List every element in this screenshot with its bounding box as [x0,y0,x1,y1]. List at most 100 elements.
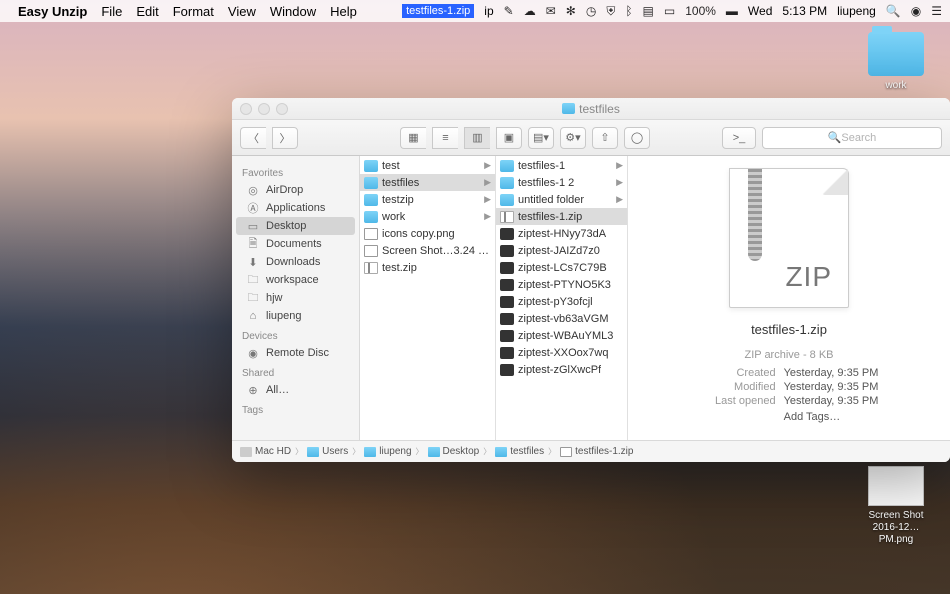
sidebar-item-label: Applications [266,202,325,214]
menubar-extra-filename[interactable]: testfiles-1.zip [402,4,474,18]
add-tags-link[interactable]: Add Tags… [784,411,879,423]
sidebar-item-all-[interactable]: ⊕ All… [232,381,359,399]
preview-filename: testfiles-1.zip [751,322,827,337]
titlebar[interactable]: testfiles [232,98,950,120]
tags-button[interactable]: ◯ [624,127,650,149]
path-button[interactable]: >_ [722,127,756,149]
sidebar-item-applications[interactable]: ⒶApplications [232,199,359,217]
sidebar-item-label: All… [266,384,289,396]
menu-view[interactable]: View [228,4,256,19]
desktop-file-screenshot[interactable]: Screen Shot 2016-12…PM.png [856,466,936,546]
file-row[interactable]: testfiles▶ [360,174,495,191]
battery-icon[interactable]: 100% [685,4,716,18]
wifi-icon[interactable]: ▤ [643,4,654,18]
sidebar-item-remote-disc[interactable]: ◉Remote Disc [232,344,359,362]
flag-icon[interactable]: ▬ [726,4,738,18]
forward-button[interactable]: 〉 [272,127,298,149]
minimize-button[interactable] [258,103,270,115]
folder-icon [307,447,319,457]
file-row[interactable]: testfiles-1 2▶ [496,174,627,191]
view-list-button[interactable]: ≡ [432,127,458,149]
file-row[interactable]: ziptest-PTYNO5K3 [496,276,627,293]
view-columns-button[interactable]: ▥ [464,127,490,149]
file-row[interactable]: ziptest-XXOox7wq [496,344,627,361]
file-row[interactable]: work▶ [360,208,495,225]
zoom-button[interactable] [276,103,288,115]
sidebar-item-downloads[interactable]: ⬇Downloads [232,253,359,271]
share-button[interactable]: ⇧ [592,127,618,149]
chevron-right-icon: ▶ [484,194,491,205]
path-seg-liupeng[interactable]: liupeng [364,446,411,457]
shield-icon[interactable]: ⛨ [606,4,615,19]
path-seg-desktop[interactable]: Desktop [428,446,480,457]
spotlight-icon[interactable]: 🔍 [886,4,901,18]
finder-window: testfiles 〈 〉 ▦ ≡ ▥ ▣ ▤▾ ⚙▾ ⇧ ◯ >_ 🔍 Sea… [232,98,950,462]
file-row[interactable]: test▶ [360,157,495,174]
file-name: ziptest-JAIZd7z0 [518,245,600,257]
close-button[interactable] [240,103,252,115]
file-row[interactable]: testzip▶ [360,191,495,208]
cloud-icon[interactable]: ☁ [524,4,536,18]
sidebar-item-documents[interactable]: 🗎Documents [232,235,359,253]
path-seg-machd[interactable]: Mac HD [240,446,291,457]
bluetooth-icon[interactable]: ᛒ [625,4,632,18]
opened-label: Last opened [700,395,776,407]
evernote-icon[interactable]: ✎ [504,4,514,18]
file-row[interactable]: test.zip [360,259,495,276]
file-row[interactable]: testfiles-1.zip [496,208,627,225]
sidebar-item-workspace[interactable]: 🗀workspace [232,271,359,289]
menu-edit[interactable]: Edit [136,4,158,19]
clock-day[interactable]: Wed [748,4,772,18]
view-gallery-button[interactable]: ▣ [496,127,522,149]
path-seg-testfiles[interactable]: testfiles [495,446,544,457]
column-1: test▶testfiles▶testzip▶work▶icons copy.p… [360,156,496,440]
file-name: ziptest-vb63aVGM [518,313,608,325]
desktop-folder-work[interactable]: work [856,32,936,92]
notification-center-icon[interactable]: ☰ [931,4,942,18]
sidebar-item-desktop[interactable]: ▭Desktop [236,217,355,235]
file-row[interactable]: ziptest-vb63aVGM [496,310,627,327]
sidebar-item-liupeng[interactable]: ⌂liupeng [232,307,359,325]
siri-icon[interactable]: ◉ [911,4,921,18]
action-button[interactable]: ⚙▾ [560,127,586,149]
airplay-icon[interactable]: ▭ [664,4,675,18]
zip-preview-icon: ZIP [729,168,849,308]
bell-icon[interactable]: ✻ [566,4,576,18]
wechat-icon[interactable]: ✉ [546,4,556,18]
clock-time[interactable]: 5:13 PM [782,4,827,18]
sidebar-item-airdrop[interactable]: ◎AirDrop [232,181,359,199]
search-field[interactable]: 🔍 Search [762,127,942,149]
app-menu[interactable]: Easy Unzip [18,4,87,19]
sidebar-icon: ⊕ [246,384,260,397]
file-row[interactable]: ziptest-zGlXwcPf [496,361,627,378]
file-row[interactable]: untitled folder▶ [496,191,627,208]
menu-help[interactable]: Help [330,4,357,19]
clock-icon[interactable]: ◷ [586,4,596,18]
menu-file[interactable]: File [101,4,122,19]
arrange-button[interactable]: ▤▾ [528,127,554,149]
file-row[interactable]: ziptest-pY3ofcjl [496,293,627,310]
menubar-extra-icon[interactable]: ip [484,4,493,18]
path-seg-file[interactable]: testfiles-1.zip [560,446,633,457]
back-button[interactable]: 〈 [240,127,266,149]
file-row[interactable]: ziptest-HNyy73dA [496,225,627,242]
menu-format[interactable]: Format [173,4,214,19]
file-row[interactable]: ziptest-WBAuYML3 [496,327,627,344]
exec-icon [500,296,514,308]
path-seg-users[interactable]: Users [307,446,348,457]
file-row[interactable]: ziptest-JAIZd7z0 [496,242,627,259]
exec-icon [500,262,514,274]
view-icons-button[interactable]: ▦ [400,127,426,149]
sidebar-item-label: Documents [266,238,322,250]
sidebar-item-hjw[interactable]: 🗀hjw [232,289,359,307]
path-bar: Mac HD 〉 Users 〉 liupeng 〉 Desktop 〉 tes… [232,440,950,462]
file-row[interactable]: testfiles-1▶ [496,157,627,174]
file-row[interactable]: ziptest-LCs7C79B [496,259,627,276]
file-name: testfiles-1.zip [518,211,582,223]
user-name[interactable]: liupeng [837,4,876,18]
chevron-right-icon: ▶ [484,160,491,171]
file-row[interactable]: Screen Shot…3.24 PM.png [360,242,495,259]
file-name: ziptest-WBAuYML3 [518,330,613,342]
menu-window[interactable]: Window [270,4,316,19]
file-row[interactable]: icons copy.png [360,225,495,242]
